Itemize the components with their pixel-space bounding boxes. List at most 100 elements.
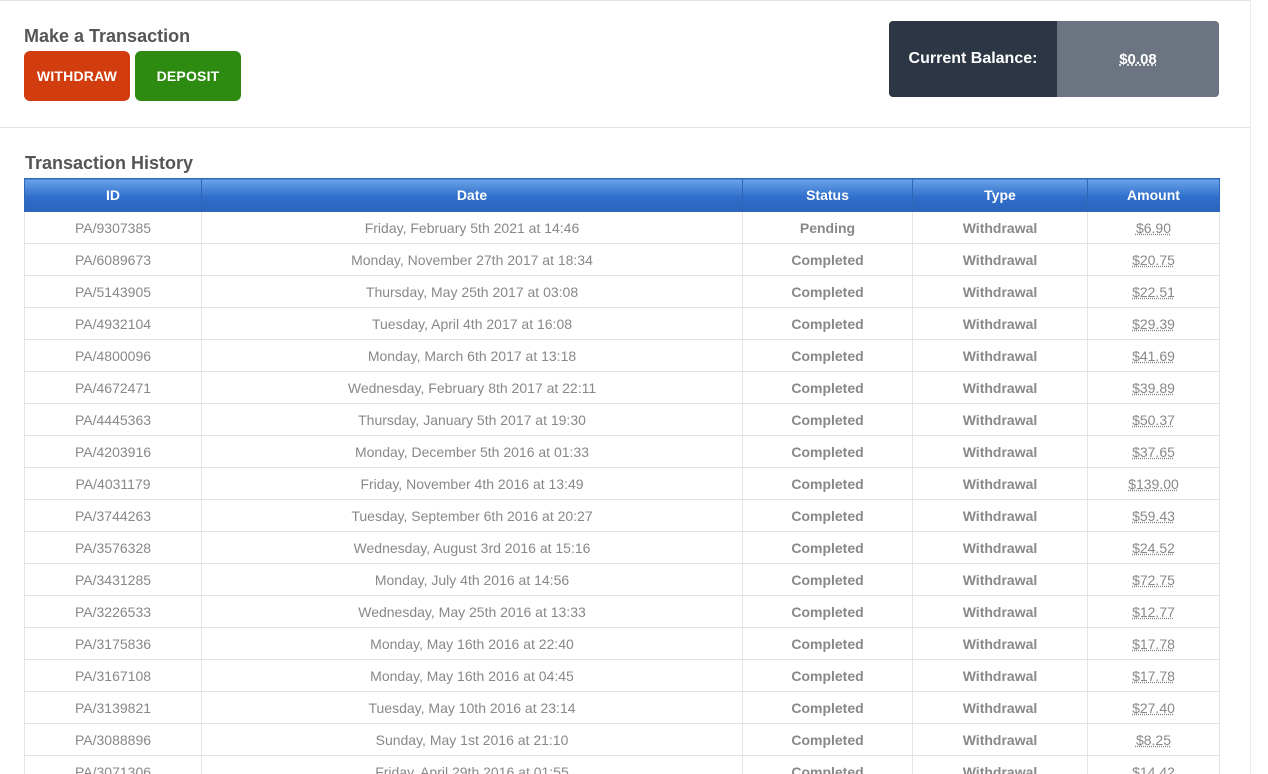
transaction-date: Friday, November 4th 2016 at 13:49 [201,467,743,500]
transaction-date: Tuesday, April 4th 2017 at 16:08 [201,307,743,340]
table-row: PA/4031179 Friday, November 4th 2016 at 1… [24,467,1220,500]
transaction-id: PA/3744263 [24,499,202,532]
transaction-type: Withdrawal [912,531,1088,564]
transaction-date: Monday, March 6th 2017 at 13:18 [201,339,743,372]
column-header-status: Status [742,178,913,212]
transaction-amount: $6.90 [1135,219,1172,236]
transaction-type: Withdrawal [912,627,1088,660]
make-transaction-title: Make a Transaction [24,26,191,46]
transaction-id: PA/3167108 [24,659,202,692]
section-divider [0,127,1250,128]
transaction-id: PA/3071306 [24,755,202,774]
transaction-date: Sunday, May 1st 2016 at 21:10 [201,723,743,756]
transaction-amount: $50.37 [1132,411,1175,428]
transaction-type: Withdrawal [912,243,1088,276]
transaction-amount: $17.78 [1132,667,1175,684]
table-row: PA/6089673 Monday, November 27th 2017 at … [24,243,1220,276]
transaction-id: PA/6089673 [24,243,202,276]
transaction-date: Wednesday, May 25th 2016 at 13:33 [201,595,743,628]
current-balance-value: $0.08 [1057,21,1219,97]
transaction-status: Completed [742,371,913,404]
transaction-id: PA/4672471 [24,371,202,404]
transaction-amount: $8.25 [1135,731,1172,748]
transaction-amount: $139.00 [1128,475,1179,492]
transaction-amount-cell: $37.65 [1087,435,1220,468]
transaction-status: Completed [742,595,913,628]
transaction-amount-cell: $12.77 [1087,595,1220,628]
transaction-type: Withdrawal [912,659,1088,692]
transaction-id: PA/4932104 [24,307,202,340]
transaction-rows: PA/9307385 Friday, February 5th 2021 at 1… [24,211,1220,774]
table-row: PA/3175836 Monday, May 16th 2016 at 22:40… [24,627,1220,660]
transaction-amount: $41.69 [1132,347,1175,364]
transaction-type: Withdrawal [912,691,1088,724]
table-row: PA/3226533 Wednesday, May 25th 2016 at 13… [24,595,1220,628]
transaction-id: PA/4031179 [24,467,202,500]
table-row: PA/3071306 Friday, April 29th 2016 at 01:… [24,755,1220,774]
withdraw-button[interactable]: WITHDRAW [24,51,130,101]
transaction-status: Completed [742,499,913,532]
transaction-id: PA/3576328 [24,531,202,564]
transaction-type: Withdrawal [912,755,1088,774]
deposit-button[interactable]: DEPOSIT [135,51,241,101]
transaction-status: Completed [742,659,913,692]
transaction-amount-cell: $8.25 [1087,723,1220,756]
current-balance-panel: Current Balance: $0.08 [889,21,1219,97]
transaction-amount-cell: $41.69 [1087,339,1220,372]
transaction-amount-cell: $50.37 [1087,403,1220,436]
transaction-type: Withdrawal [912,339,1088,372]
current-balance-label: Current Balance: [889,21,1057,97]
transaction-amount-cell: $22.51 [1087,275,1220,308]
transaction-amount: $39.89 [1132,379,1175,396]
right-edge [1250,0,1251,774]
transaction-date: Monday, May 16th 2016 at 22:40 [201,627,743,660]
transaction-amount-cell: $17.78 [1087,627,1220,660]
transaction-date: Monday, December 5th 2016 at 01:33 [201,435,743,468]
table-row: PA/4932104 Tuesday, April 4th 2017 at 16:… [24,307,1220,340]
transaction-status: Completed [742,435,913,468]
transaction-amount-cell: $6.90 [1087,211,1220,244]
transaction-status: Completed [742,691,913,724]
transaction-id: PA/3226533 [24,595,202,628]
transaction-status: Completed [742,339,913,372]
transaction-amount-cell: $27.40 [1087,691,1220,724]
transaction-date: Tuesday, May 10th 2016 at 23:14 [201,691,743,724]
table-row: PA/3167108 Monday, May 16th 2016 at 04:45… [24,659,1220,692]
transaction-type: Withdrawal [912,563,1088,596]
column-header-type: Type [912,178,1088,212]
transaction-amount-cell: $29.39 [1087,307,1220,340]
transaction-status: Completed [742,275,913,308]
table-row: PA/3431285 Monday, July 4th 2016 at 14:56… [24,563,1220,596]
table-row: PA/9307385 Friday, February 5th 2021 at 1… [24,211,1220,244]
transaction-date: Wednesday, February 8th 2017 at 22:11 [201,371,743,404]
transaction-date: Friday, February 5th 2021 at 14:46 [201,211,743,244]
transaction-amount-cell: $24.52 [1087,531,1220,564]
table-row: PA/5143905 Thursday, May 25th 2017 at 03:… [24,275,1220,308]
transaction-type: Withdrawal [912,435,1088,468]
transaction-type: Withdrawal [912,371,1088,404]
transaction-id: PA/9307385 [24,211,202,244]
column-header-id: ID [24,178,202,212]
transaction-id: PA/3088896 [24,723,202,756]
transaction-amount: $24.52 [1132,539,1175,556]
transaction-id: PA/4800096 [24,339,202,372]
transaction-type: Withdrawal [912,595,1088,628]
transaction-amount-cell: $39.89 [1087,371,1220,404]
transaction-history-table: ID Date Status Type Amount PA/9307385 Fri… [24,178,1220,774]
transaction-amount-cell: $14.42 [1087,755,1220,774]
table-header-row: ID Date Status Type Amount [24,178,1220,212]
transaction-id: PA/4203916 [24,435,202,468]
transaction-date: Monday, November 27th 2017 at 18:34 [201,243,743,276]
transaction-status: Completed [742,403,913,436]
transaction-date: Thursday, January 5th 2017 at 19:30 [201,403,743,436]
transaction-amount-cell: $20.75 [1087,243,1220,276]
transaction-date: Wednesday, August 3rd 2016 at 15:16 [201,531,743,564]
top-border [0,0,1250,1]
transaction-amount-cell: $17.78 [1087,659,1220,692]
transaction-status: Completed [742,243,913,276]
transaction-date: Monday, July 4th 2016 at 14:56 [201,563,743,596]
transaction-status: Pending [742,211,913,244]
transaction-status: Completed [742,563,913,596]
transaction-amount: $59.43 [1132,507,1175,524]
transaction-date: Monday, May 16th 2016 at 04:45 [201,659,743,692]
